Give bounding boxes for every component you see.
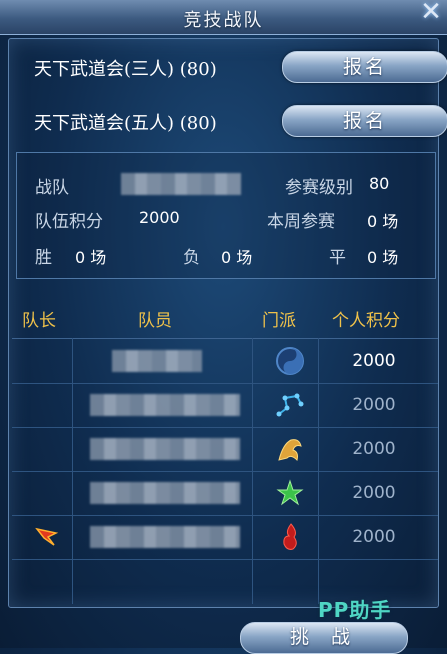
- golden-beast-icon: [274, 433, 306, 465]
- column-divider: [72, 338, 73, 604]
- challenge-button[interactable]: 挑 战: [240, 622, 408, 654]
- member-name-redacted: [90, 526, 240, 548]
- member-name-redacted: [90, 482, 240, 504]
- table-row[interactable]: 2000: [12, 427, 438, 472]
- taiji-icon: [274, 345, 306, 377]
- points-value: 2000: [139, 208, 180, 227]
- member-name-redacted: [112, 350, 202, 372]
- member-score: 2000: [352, 439, 396, 459]
- team-label: 战队: [35, 178, 69, 198]
- member-name-redacted: [90, 394, 240, 416]
- roster-table: 2000 2000 2000 2000 2000: [12, 338, 438, 605]
- header-score: 个人积分: [332, 311, 400, 331]
- header-captain: 队长: [22, 311, 56, 331]
- signup-button-five[interactable]: 报名: [282, 105, 447, 137]
- points-label: 队伍积分: [35, 212, 103, 232]
- table-row[interactable]: 2000: [12, 339, 438, 384]
- signup-button-three[interactable]: 报名: [282, 51, 447, 83]
- draw-value: 0 场: [367, 248, 399, 267]
- week-label: 本周参赛: [267, 212, 335, 232]
- draw-label: 平: [329, 248, 346, 268]
- win-label: 胜: [35, 248, 52, 268]
- captain-flag-icon: [34, 525, 60, 551]
- column-divider: [318, 338, 319, 604]
- roster-header: 队长 队员 门派 个人积分: [12, 298, 438, 334]
- signup-label: 天下武道会(三人) (80): [34, 59, 217, 80]
- member-score: 2000: [352, 395, 396, 415]
- table-row[interactable]: 2000: [12, 383, 438, 428]
- close-icon[interactable]: ✕: [417, 0, 445, 26]
- signup-row-three: 天下武道会(三人) (80) 报名: [34, 51, 447, 83]
- member-score: 2000: [352, 351, 396, 371]
- team-info-panel: 战队 参赛级别 80 队伍积分 2000 本周参赛 0 场 胜 0 场 负 0 …: [16, 152, 436, 279]
- week-value: 0 场: [367, 212, 399, 231]
- win-value: 0 场: [75, 248, 107, 267]
- green-leaf-icon: [274, 477, 306, 509]
- level-label: 参赛级别: [285, 178, 353, 198]
- member-score: 2000: [352, 527, 396, 547]
- signup-label: 天下武道会(五人) (80): [34, 113, 217, 134]
- loss-label: 负: [183, 248, 200, 268]
- signup-row-five: 天下武道会(五人) (80) 报名: [34, 105, 447, 137]
- loss-value: 0 场: [221, 248, 253, 267]
- window-title: 竞技战队: [183, 10, 264, 31]
- level-value: 80: [369, 174, 390, 193]
- member-score: 2000: [352, 483, 396, 503]
- team-name-redacted: [121, 173, 241, 195]
- watermark-text: PP助手: [318, 598, 392, 622]
- red-flame-icon: [274, 521, 306, 553]
- column-divider: [252, 338, 253, 604]
- member-name-redacted: [90, 438, 240, 460]
- constellation-icon: [274, 389, 306, 421]
- table-row[interactable]: 2000: [12, 471, 438, 516]
- header-sect: 门派: [262, 311, 296, 331]
- table-row[interactable]: 2000: [12, 515, 438, 560]
- header-member: 队员: [138, 311, 172, 331]
